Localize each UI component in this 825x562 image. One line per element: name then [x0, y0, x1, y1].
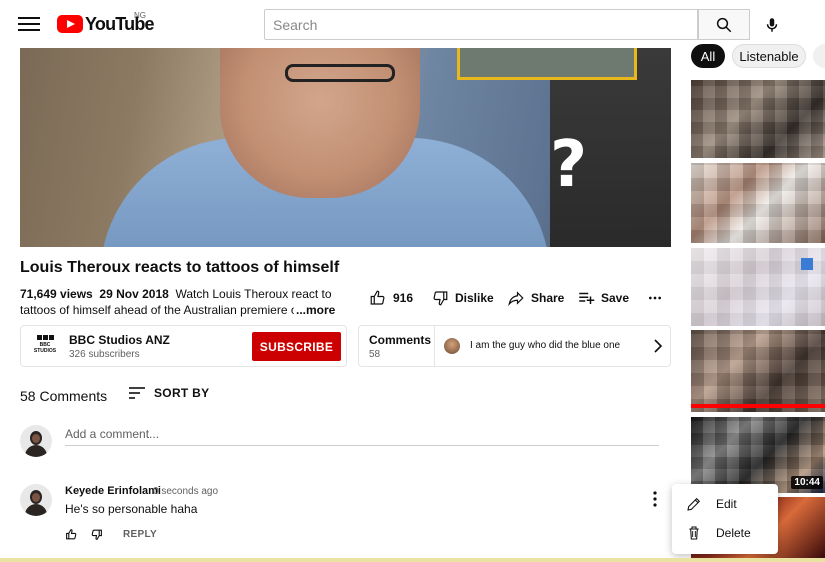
share-button[interactable]: Share [507, 288, 564, 308]
comment-dislike-icon[interactable] [90, 528, 103, 541]
pencil-icon [687, 497, 701, 511]
thumbs-up-icon [370, 290, 385, 305]
upload-date: 29 Nov 2018 [99, 287, 169, 301]
dislike-label: Dislike [455, 291, 494, 305]
menu-icon[interactable] [18, 14, 40, 32]
search-input[interactable] [264, 9, 698, 40]
comment-like-icon[interactable] [65, 528, 78, 541]
video-description[interactable]: 71,649 views 29 Nov 2018 Watch Louis The… [20, 286, 335, 318]
top-comment-preview: I am the guy who did the blue one [470, 340, 621, 351]
chevron-right-icon [654, 339, 663, 353]
video-frame-glasses [285, 64, 395, 82]
comment-author-avatar[interactable] [20, 484, 52, 516]
window-bottom-edge [0, 558, 825, 562]
more-actions-button[interactable] [647, 288, 669, 308]
delete-menu-item[interactable]: Delete [672, 519, 778, 547]
save-button[interactable]: Save [577, 288, 629, 308]
sort-button[interactable]: SORT BY [128, 386, 209, 400]
comments-teaser-count: 58 [369, 349, 381, 360]
more-vertical-icon[interactable] [648, 490, 662, 508]
comment-timestamp[interactable]: 0 seconds ago [153, 486, 218, 497]
region-code: NG [134, 11, 146, 20]
related-video-thumbnail[interactable] [691, 248, 825, 326]
delete-label: Delete [716, 526, 751, 540]
microphone-icon [766, 18, 778, 32]
comment-author[interactable]: Keyede Erinfolami [65, 485, 161, 497]
related-video-thumbnail[interactable] [691, 163, 825, 243]
related-video-thumbnail[interactable]: 10:44 [691, 417, 825, 493]
masthead: YouTube NG [0, 0, 825, 48]
more-horizontal-icon [649, 296, 661, 300]
channel-name[interactable]: BBC Studios ANZ [69, 333, 170, 347]
share-icon [508, 291, 524, 307]
related-video-thumbnail[interactable] [691, 330, 825, 412]
chip-partial[interactable] [813, 44, 825, 68]
chip-all[interactable]: All [691, 44, 725, 68]
subscribe-button[interactable]: SUBSCRIBE [252, 332, 341, 361]
trash-icon [689, 526, 699, 540]
channel-logo[interactable]: BBC STUDIOS [31, 335, 59, 357]
search-icon [716, 17, 732, 32]
channel-card: BBC STUDIOS BBC Studios ANZ 326 subscrib… [20, 325, 347, 367]
add-comment-input[interactable] [65, 423, 659, 446]
share-label: Share [531, 291, 565, 305]
avatar [444, 338, 460, 354]
current-user-avatar[interactable] [20, 425, 52, 457]
sort-icon [129, 387, 145, 399]
save-label: Save [601, 291, 630, 305]
video-duration: 10:44 [791, 476, 823, 489]
subscriber-count: 326 subscribers [69, 349, 140, 360]
like-button[interactable]: 916 [369, 288, 413, 308]
divider [434, 326, 435, 366]
video-frame-picture [457, 48, 637, 80]
video-player[interactable]: ? [20, 48, 671, 247]
edit-menu-item[interactable]: Edit [672, 490, 778, 518]
sort-label: SORT BY [154, 386, 210, 400]
channel-logo-text: BBC STUDIOS [33, 342, 57, 354]
playlist-add-icon [579, 292, 595, 304]
video-title: Louis Theroux reacts to tattoos of himse… [20, 259, 340, 276]
youtube-play-icon [57, 15, 83, 33]
reply-button[interactable]: REPLY [123, 529, 157, 540]
thumbs-down-icon [433, 291, 448, 306]
comments-teaser[interactable]: Comments 58 I am the guy who did the blu… [358, 325, 671, 367]
chip-listenable[interactable]: Listenable [732, 44, 806, 68]
edit-label: Edit [716, 497, 737, 511]
related-video-thumbnail[interactable] [691, 80, 825, 158]
like-count: 916 [393, 291, 414, 305]
question-mark-graphic: ? [550, 128, 588, 202]
voice-search-button[interactable] [756, 9, 788, 41]
comments-count: 58 Comments [20, 388, 108, 404]
comments-teaser-label: Comments [369, 333, 432, 347]
dislike-button[interactable]: Dislike [431, 288, 494, 308]
search-button[interactable] [698, 9, 750, 40]
view-count: 71,649 views [20, 287, 93, 301]
comment-text: He's so personable haha [65, 502, 198, 516]
comment-context-menu: Edit Delete [672, 484, 778, 554]
show-more-link[interactable]: ...more [294, 303, 336, 317]
